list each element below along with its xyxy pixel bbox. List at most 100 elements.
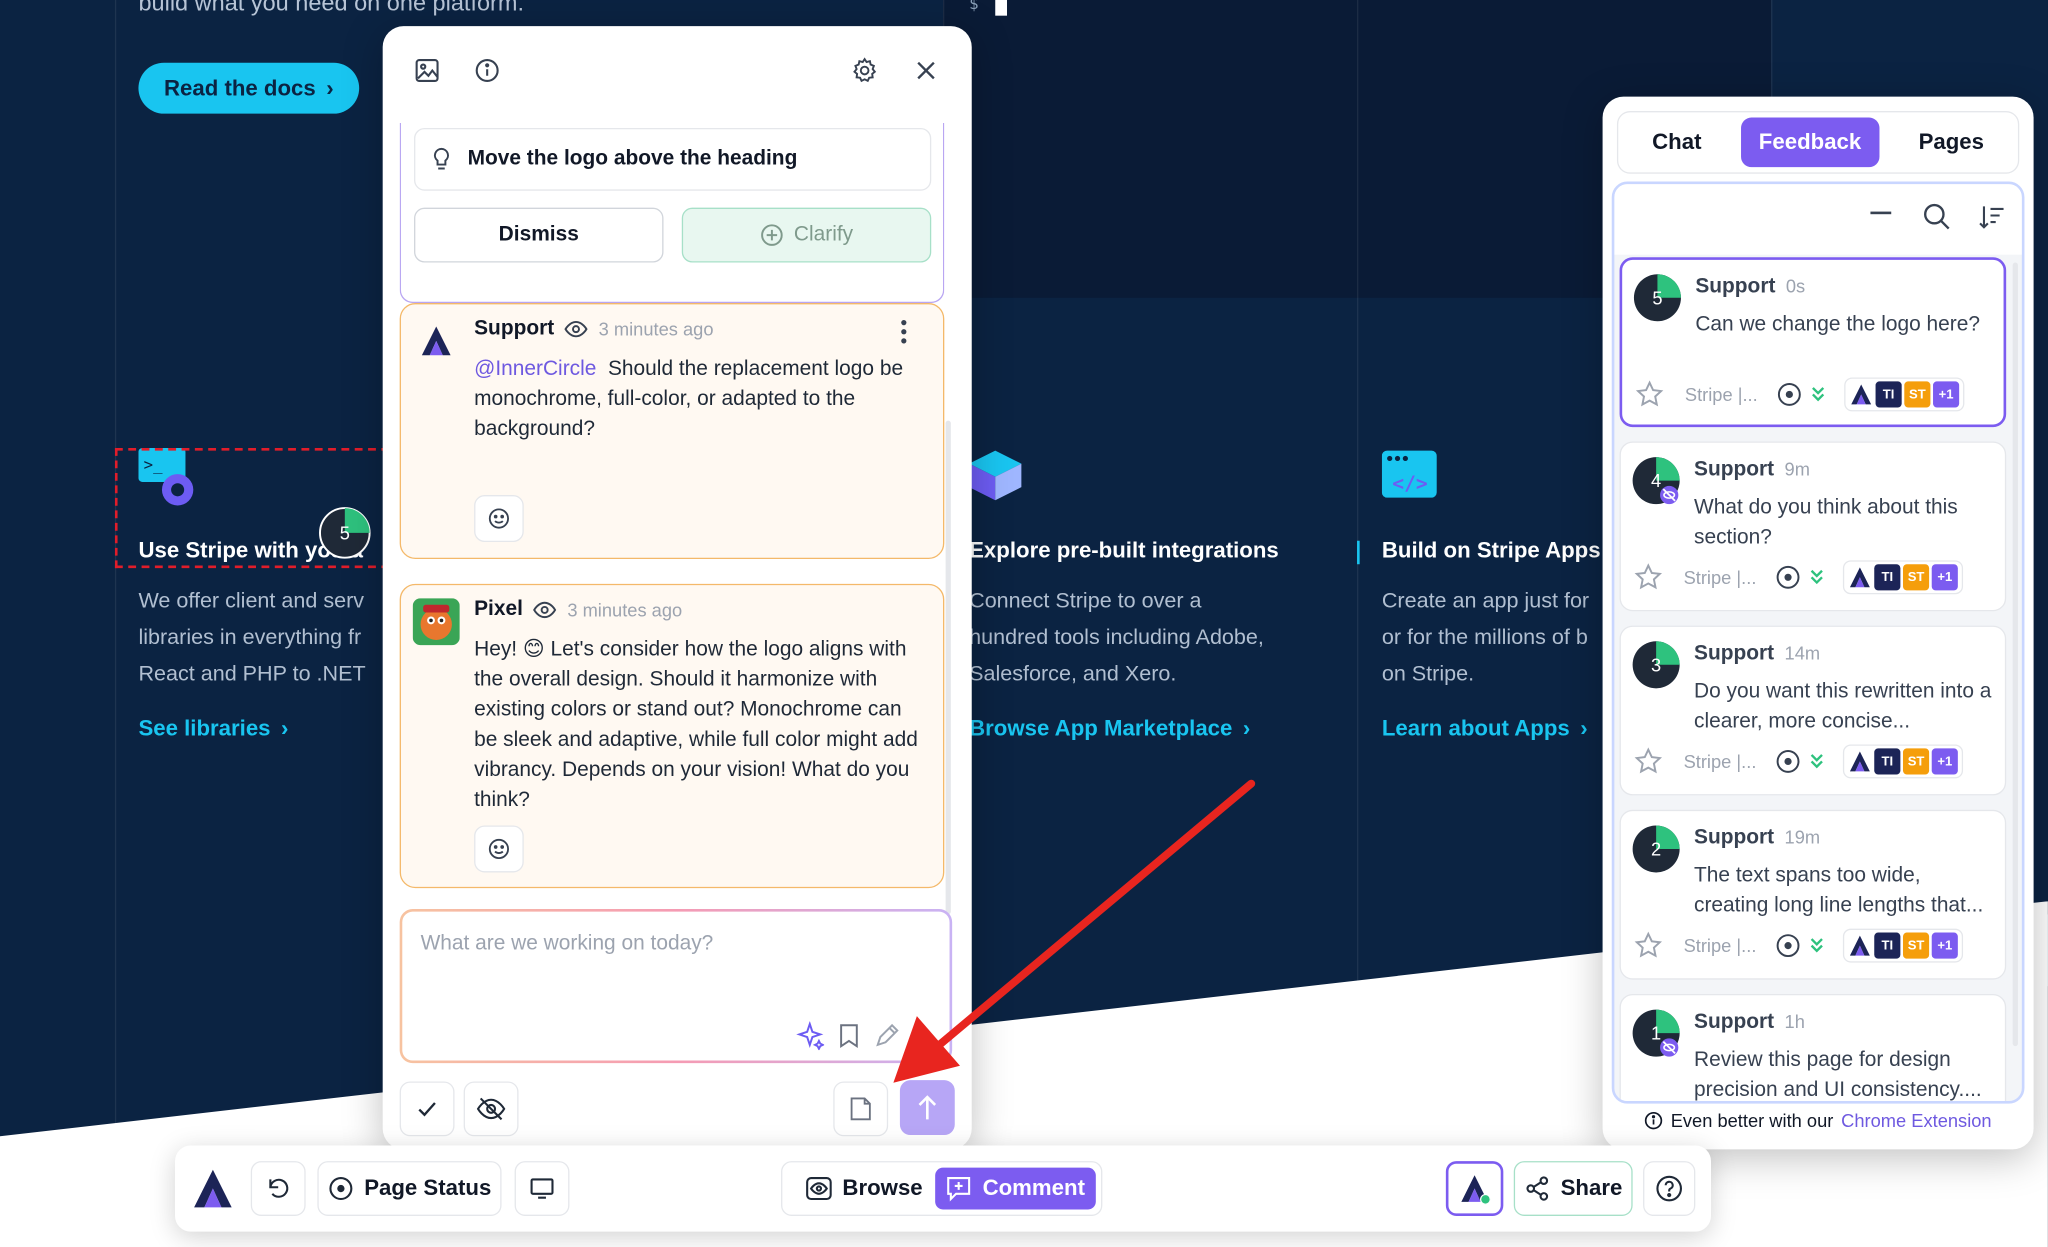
browse-label: Browse xyxy=(842,1175,923,1201)
feature-body-line: We offer client and serv xyxy=(138,589,365,613)
suggestion-text: Move the logo above the heading xyxy=(467,147,798,170)
status-circle-icon[interactable] xyxy=(1776,381,1802,407)
add-reaction-button[interactable] xyxy=(474,495,524,543)
comment-marker[interactable]: 3 xyxy=(1631,640,1681,690)
mention[interactable]: @InnerCircle xyxy=(474,358,596,380)
learn-apps-link[interactable]: Learn about Apps › xyxy=(1382,716,1588,742)
brand-logo[interactable] xyxy=(191,1166,235,1217)
monitor-icon xyxy=(530,1178,554,1199)
assignees[interactable]: TI ST +1 xyxy=(1842,928,1964,963)
marker-number: 5 xyxy=(340,522,350,543)
image-icon[interactable] xyxy=(409,52,446,89)
composer[interactable]: What are we working on today? xyxy=(399,909,953,1064)
message-time: 3 minutes ago xyxy=(567,599,683,621)
attach-button[interactable] xyxy=(833,1081,889,1137)
gear-icon[interactable] xyxy=(846,52,883,89)
composer-inner[interactable]: What are we working on today? xyxy=(402,911,950,1061)
assignee-chip: TI xyxy=(1875,381,1902,408)
device-button[interactable] xyxy=(514,1161,570,1216)
comment-marker[interactable]: 1 xyxy=(1631,1008,1681,1058)
feature-body-line: on Stripe. xyxy=(1381,662,1475,686)
see-libraries-link[interactable]: See libraries › xyxy=(138,716,288,742)
brand-app-button[interactable] xyxy=(1445,1161,1504,1216)
composer-placeholder: What are we working on today? xyxy=(420,932,714,955)
link-label: Browse App Marketplace xyxy=(969,715,1233,741)
chrome-extension-link[interactable]: Chrome Extension xyxy=(1841,1110,1991,1131)
pencil-icon[interactable] xyxy=(874,1023,900,1049)
assignees[interactable]: TI ST +1 xyxy=(1842,744,1964,779)
tab-chat[interactable]: Chat xyxy=(1634,118,1720,168)
status-circle-icon[interactable] xyxy=(1775,748,1801,774)
clarify-button[interactable]: Clarify xyxy=(681,207,932,263)
info-icon[interactable] xyxy=(469,52,506,89)
assignees[interactable]: TI ST +1 xyxy=(1844,377,1965,412)
search-icon[interactable] xyxy=(1923,202,1952,231)
composer-tools xyxy=(795,1021,900,1051)
chevron-right-icon: › xyxy=(326,75,334,100)
feature-title: Explore pre-built integrations xyxy=(969,538,1279,563)
card-header: Support 0s xyxy=(1695,276,1805,300)
send-button[interactable] xyxy=(899,1080,955,1136)
status-circle-icon[interactable] xyxy=(1775,564,1801,590)
star-icon[interactable] xyxy=(1635,380,1664,409)
tab-pages[interactable]: Pages xyxy=(1900,118,2002,168)
status-circle-icon[interactable] xyxy=(1775,933,1801,959)
browse-marketplace-link[interactable]: Browse App Marketplace › xyxy=(969,716,1250,742)
tab-feedback[interactable]: Feedback xyxy=(1740,117,1880,168)
page-status-button[interactable]: Page Status xyxy=(317,1161,502,1216)
bookmark-icon[interactable] xyxy=(837,1023,861,1049)
priority-down-icon[interactable] xyxy=(1809,568,1825,586)
brand-logo-icon xyxy=(1849,567,1870,588)
close-icon[interactable] xyxy=(908,52,945,89)
feedback-card[interactable]: 3 Support 14m Do you want this rewritten in… xyxy=(1619,625,2007,796)
dismiss-button[interactable]: Dismiss xyxy=(414,207,664,263)
resolve-button[interactable] xyxy=(399,1081,455,1137)
assignee-chip: ST xyxy=(1902,748,1930,775)
info-icon xyxy=(1645,1111,1663,1130)
star-icon[interactable] xyxy=(1634,563,1663,592)
priority-down-icon[interactable] xyxy=(1809,936,1825,954)
comment-button[interactable]: Comment xyxy=(935,1167,1096,1210)
scrollbar[interactable] xyxy=(2012,262,2018,1047)
chevron-right-icon: › xyxy=(280,715,289,741)
hide-button[interactable] xyxy=(463,1081,519,1137)
panel-header xyxy=(383,26,972,117)
message-header: Support 3 minutes ago xyxy=(474,317,713,341)
scrollbar[interactable] xyxy=(945,420,951,915)
message-card: Pixel 3 minutes ago Hey! 😊 Let's conside… xyxy=(399,583,945,889)
more-options-icon[interactable] xyxy=(901,319,907,347)
refresh-button[interactable] xyxy=(250,1161,306,1216)
feedback-card[interactable]: 1 Support 1h Review this page for design pr… xyxy=(1619,993,2007,1102)
priority-down-icon[interactable] xyxy=(1810,385,1826,403)
suggestion-field[interactable]: Move the logo above the heading xyxy=(414,127,932,191)
add-reaction-button[interactable] xyxy=(474,825,524,873)
star-icon[interactable] xyxy=(1634,931,1663,960)
comment-marker[interactable]: 2 xyxy=(1631,824,1681,874)
sparkle-icon[interactable] xyxy=(795,1021,825,1051)
share-button[interactable]: Share xyxy=(1513,1161,1633,1216)
cube-icon xyxy=(969,450,1022,501)
assignees[interactable]: TI ST +1 xyxy=(1842,560,1964,595)
chevron-right-icon: › xyxy=(1242,715,1251,741)
browse-button[interactable]: Browse xyxy=(793,1168,936,1210)
star-icon[interactable] xyxy=(1634,747,1663,776)
feedback-card[interactable]: 4 Support 9m What do you think about this s… xyxy=(1619,441,2007,612)
feedback-card[interactable]: 5 Support 0s Can we change the logo here? St… xyxy=(1619,257,2007,428)
minimize-icon[interactable] xyxy=(1870,210,1894,215)
priority-down-icon[interactable] xyxy=(1809,752,1825,770)
feature-body: Connect Stripe to over a hundred tools i… xyxy=(969,583,1264,693)
feedback-card[interactable]: 2 Support 19m The text spans too wide, crea… xyxy=(1619,809,2007,980)
help-button[interactable] xyxy=(1643,1161,1696,1216)
pixel-avatar xyxy=(412,598,460,646)
comment-marker[interactable]: 5 xyxy=(319,507,371,559)
sort-icon[interactable] xyxy=(1977,202,2006,231)
list-tools xyxy=(1614,184,2022,255)
feature-body-line: or for the millions of b xyxy=(1381,625,1588,650)
comment-marker[interactable]: 5 xyxy=(1633,273,1683,323)
assignee-count: +1 xyxy=(1931,748,1958,775)
comment-marker[interactable]: 4 xyxy=(1631,456,1681,506)
sidebar-footer: Even better with our Chrome Extension xyxy=(1603,1110,2034,1131)
card-header: Support 1h xyxy=(1694,1011,1805,1035)
link-label: See libraries xyxy=(138,715,271,741)
read-docs-button[interactable]: Read the docs › xyxy=(138,62,360,114)
